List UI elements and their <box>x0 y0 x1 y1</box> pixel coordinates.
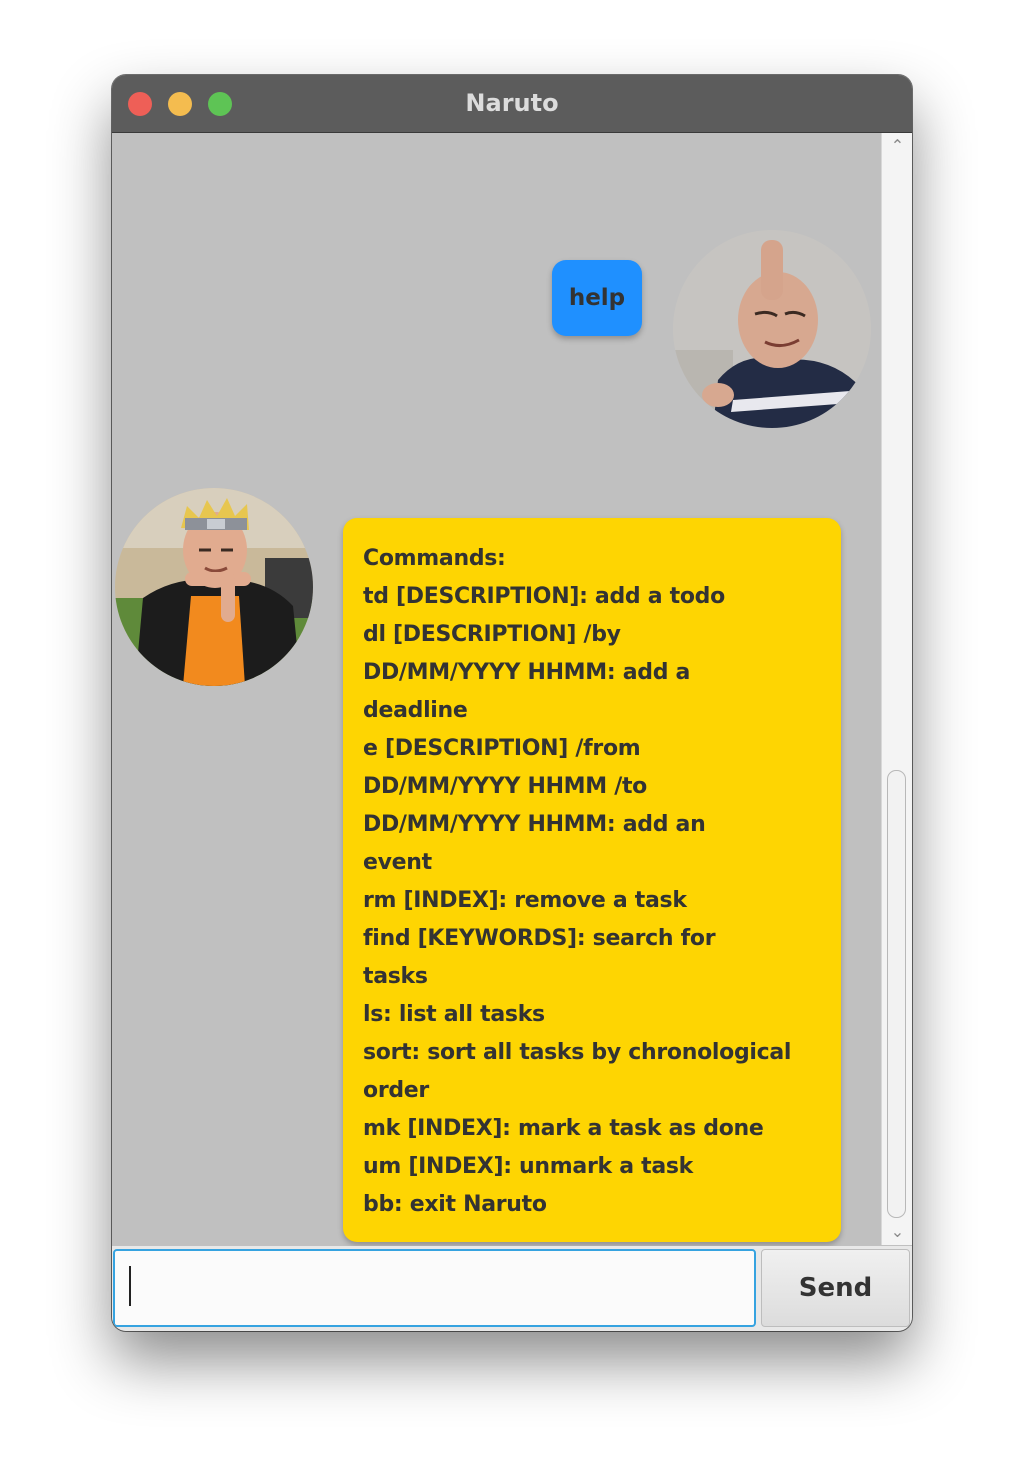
user-avatar <box>673 230 871 428</box>
app-window: Naruto help Commands: td [DESCRIPTION]: … <box>112 75 912 1331</box>
user-message-bubble: help <box>552 260 642 336</box>
chat-scroll-pane[interactable]: help Commands: td [DESCRIPTION]: add a t… <box>112 133 881 1245</box>
send-button[interactable]: Send <box>761 1249 910 1327</box>
chevron-up-icon[interactable]: ⌃ <box>882 135 912 157</box>
bot-message-line: order <box>363 1078 429 1103</box>
bot-message-line: dl [DESCRIPTION] /by <box>363 622 621 647</box>
bot-avatar <box>115 488 313 686</box>
text-caret <box>129 1266 131 1306</box>
bot-message-line: bb: exit Naruto <box>363 1192 547 1217</box>
bot-message-line: find [KEYWORDS]: search for <box>363 926 716 951</box>
vertical-scrollbar[interactable]: ⌃ ⌄ <box>881 133 912 1245</box>
bot-message-bubble: Commands: td [DESCRIPTION]: add a todo d… <box>343 518 841 1242</box>
bot-message-line: DD/MM/YYYY HHMM: add an <box>363 812 706 837</box>
bot-message-line: sort: sort all tasks by chronological <box>363 1040 792 1065</box>
bot-message-line: DD/MM/YYYY HHMM: add a <box>363 660 691 685</box>
user-message-text: help <box>568 285 626 311</box>
bot-message-line: td [DESCRIPTION]: add a todo <box>363 584 725 609</box>
bot-message-line: e [DESCRIPTION] /from <box>363 736 641 761</box>
bot-message-line: deadline <box>363 698 468 723</box>
window-title: Naruto <box>465 89 559 117</box>
bot-message-line: ls: list all tasks <box>363 1002 545 1027</box>
title-bar: Naruto <box>112 75 912 133</box>
bot-message-line: rm [INDEX]: remove a task <box>363 888 687 913</box>
scroll-thumb[interactable] <box>887 770 906 1218</box>
bot-message-line: um [INDEX]: unmark a task <box>363 1154 693 1179</box>
bot-message-line: Commands: <box>363 546 506 571</box>
bot-message-line: mk [INDEX]: mark a task as done <box>363 1116 764 1141</box>
input-bar: Send <box>112 1246 912 1331</box>
bot-message-line: event <box>363 850 432 875</box>
chevron-down-icon[interactable]: ⌄ <box>882 1221 912 1243</box>
bot-message-line: tasks <box>363 964 428 989</box>
bot-message-line: DD/MM/YYYY HHMM /to <box>363 774 647 799</box>
message-input[interactable] <box>113 1249 756 1327</box>
